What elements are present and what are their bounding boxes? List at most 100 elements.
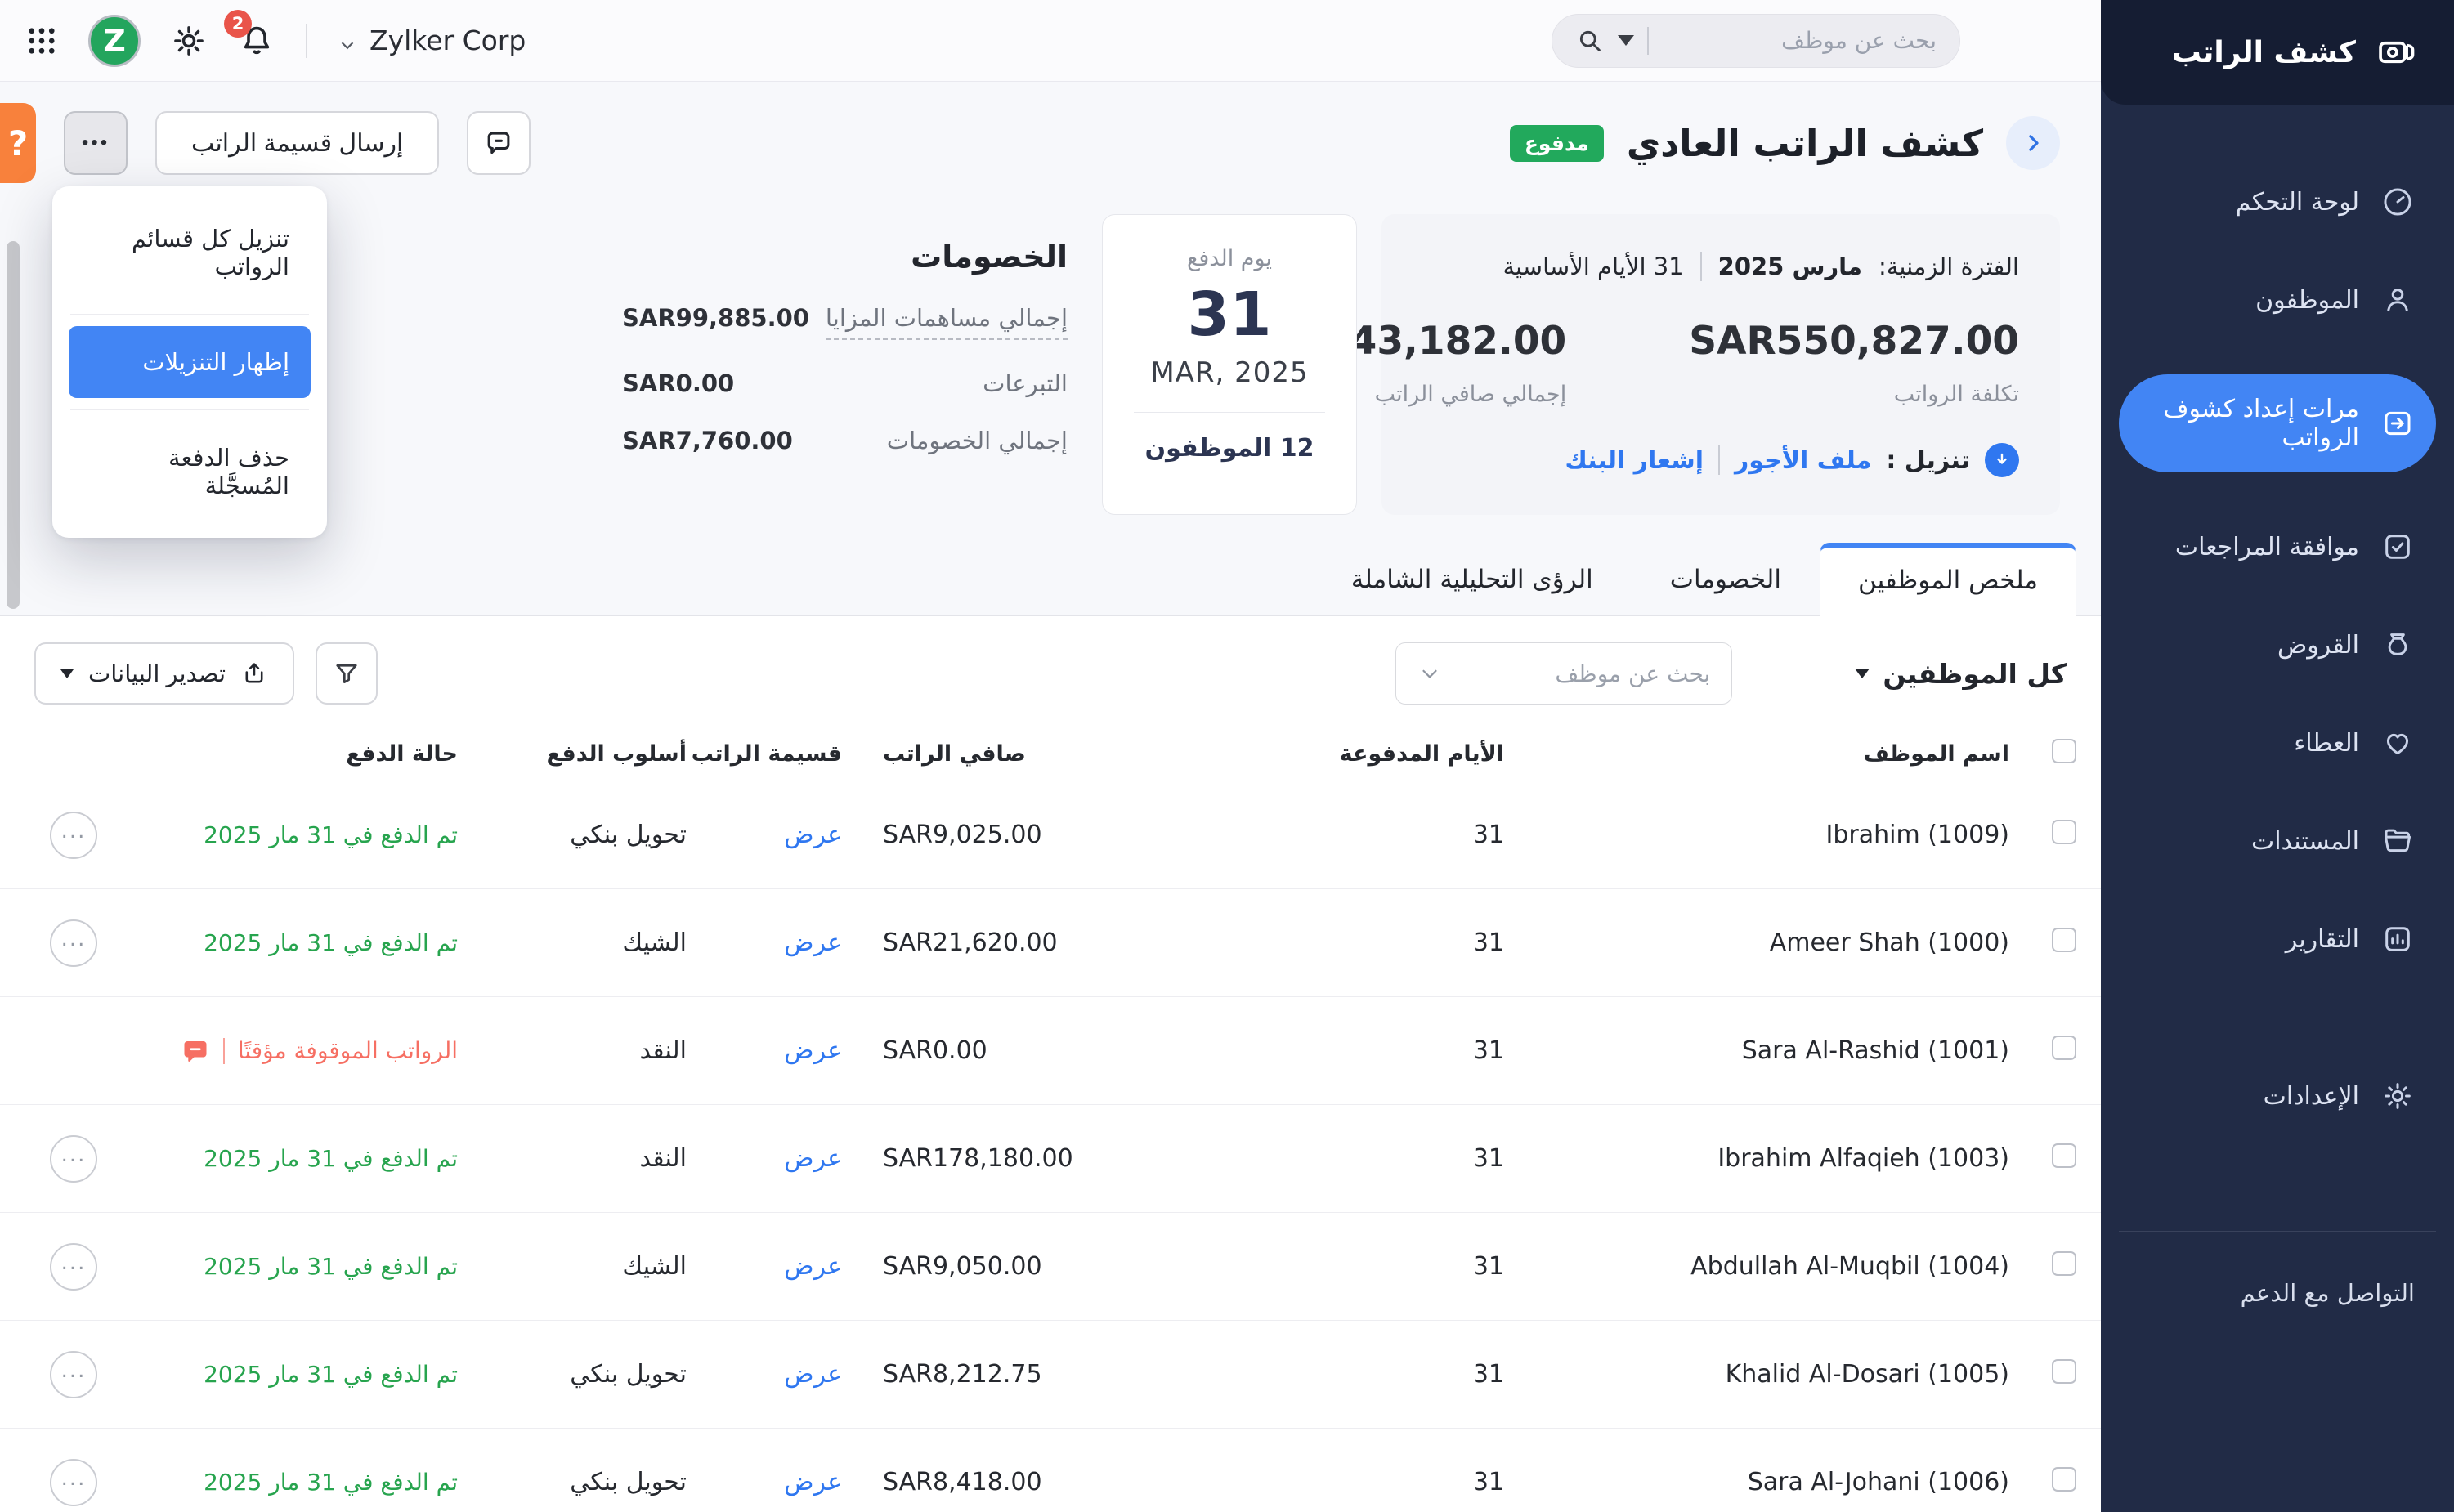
gear-icon[interactable] bbox=[170, 22, 208, 60]
payslip-view-link[interactable]: عرض bbox=[784, 1468, 842, 1496]
employee-filter-label: كل الموظفين bbox=[1883, 658, 2067, 690]
main-area: Z 2 bbox=[0, 0, 2101, 1512]
sidebar-item-settings[interactable]: الإعدادات bbox=[2119, 1062, 2436, 1130]
bank-advice-link[interactable]: إشعار البنك bbox=[1565, 446, 1704, 475]
payday-employee-count: 12 الموظفون bbox=[1119, 434, 1340, 463]
select-all-checkbox[interactable] bbox=[2019, 739, 2076, 769]
notification-count-badge: 2 bbox=[224, 10, 252, 38]
row-actions-button[interactable]: ... bbox=[50, 919, 97, 967]
deduction-value: SAR0.00 bbox=[622, 369, 734, 397]
back-button[interactable] bbox=[2006, 116, 2060, 170]
period-line: الفترة الزمنية: مارس 2025 31 الأيام الأس… bbox=[1422, 252, 2019, 281]
table-row: Ibrahim Alfaqieh (1003)31SAR178,180.00عر… bbox=[0, 1105, 2101, 1213]
employee-search[interactable] bbox=[1395, 642, 1732, 705]
status-comment-icon[interactable] bbox=[181, 1036, 210, 1066]
payment-status-paid: تم الدفع في 31 مار 2025 bbox=[204, 1253, 458, 1280]
search-divider bbox=[1647, 27, 1649, 55]
employee-search-input[interactable] bbox=[1453, 660, 1710, 687]
sidebar-item-label: الإعدادات bbox=[2264, 1082, 2359, 1111]
approvals-icon bbox=[2380, 530, 2415, 564]
row-actions-button[interactable]: ... bbox=[50, 812, 97, 859]
more-actions-menu: تنزيل كل قسائم الرواتب إظهار التنزيلات حذف… bbox=[52, 186, 327, 538]
menu-item-show-downloads[interactable]: إظهار التنزيلات bbox=[69, 326, 311, 398]
help-tab[interactable]: ? bbox=[0, 103, 36, 183]
row-actions-button[interactable]: ... bbox=[50, 1459, 97, 1506]
payment-status-paid: تم الدفع في 31 مار 2025 bbox=[204, 1145, 458, 1172]
dashboard-icon bbox=[2380, 185, 2415, 219]
export-data-button[interactable]: تصدير البيانات bbox=[34, 642, 294, 705]
column-header-paid-days: الأيام المدفوعة bbox=[1177, 741, 1504, 767]
row-actions-button[interactable]: ... bbox=[50, 1243, 97, 1291]
org-switcher[interactable]: Zylker Corp bbox=[337, 25, 526, 56]
employee-name: Khalid Al-Dosari (1005) bbox=[1504, 1360, 2019, 1389]
sidebar-item-dashboard[interactable]: لوحة التحكم bbox=[2119, 168, 2436, 235]
payslip-view-link[interactable]: عرض bbox=[784, 821, 842, 849]
row-checkbox[interactable] bbox=[2052, 820, 2076, 844]
sidebar-item-reports[interactable]: التقارير bbox=[2119, 906, 2436, 973]
employee-name: Sara Al-Rashid (1001) bbox=[1504, 1036, 2019, 1065]
global-search[interactable] bbox=[1552, 14, 1960, 68]
menu-item-delete-recorded-payment[interactable]: حذف الدفعة المُسجَّلة bbox=[69, 422, 311, 521]
vertical-scrollbar[interactable] bbox=[7, 241, 20, 609]
payment-method: الشيك bbox=[482, 1252, 687, 1281]
more-actions-button[interactable]: ••• bbox=[64, 111, 128, 175]
payslip-view-link[interactable]: عرض bbox=[784, 1036, 842, 1065]
payment-method: تحويل بنكي bbox=[482, 1360, 687, 1389]
global-search-input[interactable] bbox=[1662, 27, 1937, 54]
row-checkbox[interactable] bbox=[2052, 1036, 2076, 1060]
sidebar-item-giving[interactable]: العطاء bbox=[2119, 709, 2436, 776]
table-toolbar: كل الموظفين bbox=[0, 616, 2101, 727]
download-icon[interactable] bbox=[1985, 443, 2019, 477]
row-checkbox[interactable] bbox=[2052, 1467, 2076, 1492]
payslip-view-link[interactable]: عرض bbox=[784, 1252, 842, 1281]
row-checkbox[interactable] bbox=[2052, 1359, 2076, 1384]
filter-button[interactable] bbox=[316, 642, 378, 705]
tab-overall-insights[interactable]: الرؤى التحليلية الشاملة bbox=[1313, 543, 1632, 615]
payment-method: تحويل بنكي bbox=[482, 1468, 687, 1496]
sidebar-item-label: التقارير bbox=[2286, 925, 2359, 954]
row-actions-button[interactable]: ... bbox=[50, 1351, 97, 1398]
row-checkbox[interactable] bbox=[2052, 1143, 2076, 1168]
app-grid-icon[interactable] bbox=[25, 24, 59, 58]
settings-icon bbox=[2380, 1079, 2415, 1113]
page-header: كشف الراتب العادي مدفوع إرسال قسيمة الرا… bbox=[0, 82, 2101, 201]
net-pay: SAR0.00 bbox=[858, 1036, 1177, 1065]
table-row: Abdullah Al-Muqbil (1004)31SAR9,050.00عر… bbox=[0, 1213, 2101, 1321]
search-icon[interactable] bbox=[1575, 26, 1605, 56]
withheld-status-text: الرواتب الموقوفة مؤقتًا bbox=[238, 1037, 458, 1064]
download-row: تنزيل : ملف الأجورإشعار البنك bbox=[1422, 443, 2019, 477]
payment-method: النقد bbox=[482, 1036, 687, 1065]
sidebar-item-loans[interactable]: القروض bbox=[2119, 611, 2436, 678]
payroll-cost-value: SAR550,827.00 bbox=[1689, 319, 2019, 364]
sidebar-item-approvals[interactable]: موافقة المراجعات bbox=[2119, 513, 2436, 580]
payslip-view-link[interactable]: عرض bbox=[784, 1144, 842, 1173]
row-actions-button[interactable]: ... bbox=[50, 1135, 97, 1183]
sidebar-item-employees[interactable]: الموظفون bbox=[2119, 266, 2436, 333]
send-payslip-button[interactable]: إرسال قسيمة الراتب bbox=[155, 111, 439, 175]
wage-file-link[interactable]: ملف الأجور bbox=[1735, 446, 1871, 475]
menu-item-download-all-payslips[interactable]: تنزيل كل قسائم الرواتب bbox=[69, 203, 311, 302]
zoho-logo[interactable]: Z bbox=[88, 15, 141, 67]
payment-method: النقد bbox=[482, 1144, 687, 1173]
tab-employees-summary[interactable]: ملخص الموظفين bbox=[1820, 543, 2076, 616]
contact-support-link[interactable]: التواصل مع الدعم bbox=[2101, 1232, 2454, 1307]
notifications-bell-icon[interactable]: 2 bbox=[237, 21, 276, 60]
search-scope-caret-icon[interactable] bbox=[1618, 35, 1634, 46]
payment-status-paid: تم الدفع في 31 مار 2025 bbox=[204, 821, 458, 848]
row-checkbox[interactable] bbox=[2052, 928, 2076, 952]
paid-days: 31 bbox=[1177, 1468, 1504, 1496]
table-body: Ibrahim (1009)31SAR9,025.00عرضتحويل بنكي… bbox=[0, 781, 2101, 1512]
chevron-down-icon[interactable] bbox=[1417, 661, 1442, 686]
sidebar-item-documents[interactable]: المستندات bbox=[2119, 807, 2436, 875]
deduction-label[interactable]: إجمالي مساهمات المزايا bbox=[826, 304, 1068, 340]
column-header-payment-method: أسلوب الدفع bbox=[482, 741, 687, 767]
sidebar-item-label: موافقة المراجعات bbox=[2175, 533, 2359, 561]
employee-filter-dropdown[interactable]: كل الموظفين bbox=[1855, 658, 2067, 690]
summary-amounts: SAR550,827.00 تكلفة الرواتب SAR443,182.0… bbox=[1422, 319, 2019, 407]
comments-button[interactable] bbox=[467, 111, 531, 175]
payslip-view-link[interactable]: عرض bbox=[784, 928, 842, 957]
row-checkbox[interactable] bbox=[2052, 1251, 2076, 1276]
payslip-view-link[interactable]: عرض bbox=[784, 1360, 842, 1389]
tab-deductions[interactable]: الخصومات bbox=[1632, 543, 1820, 615]
sidebar-item-pay-runs[interactable]: مرات إعداد كشوف الرواتب bbox=[2119, 374, 2436, 472]
